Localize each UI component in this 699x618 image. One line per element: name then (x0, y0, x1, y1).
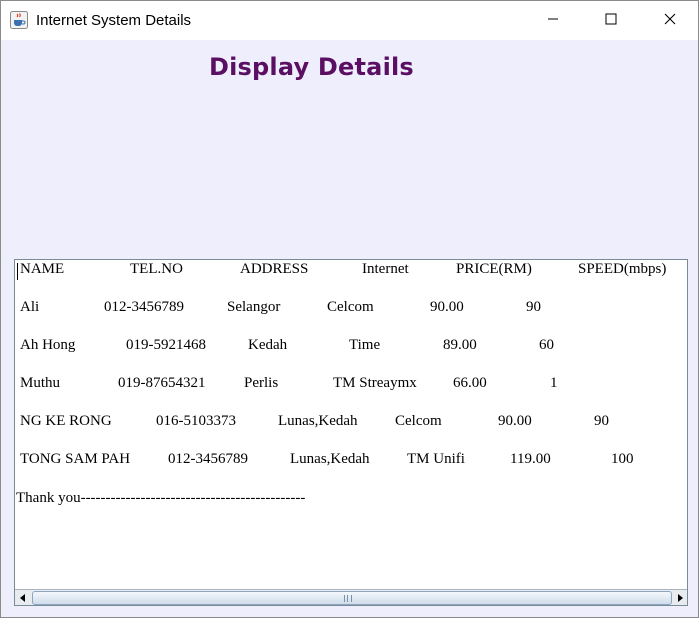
cell-tel: 019-5921468 (126, 337, 206, 353)
cell-speed: 90 (526, 299, 541, 315)
cell-price: 89.00 (443, 337, 477, 353)
cell-speed: 100 (611, 451, 634, 467)
grip-icon (344, 595, 352, 602)
cell-tel: 019-87654321 (118, 375, 206, 391)
cell-price: 66.00 (453, 375, 487, 391)
cell-speed: 60 (539, 337, 554, 353)
cell-internet: Time (349, 337, 381, 353)
header-name: NAME (20, 261, 65, 277)
cell-tel: 012-3456789 (104, 299, 184, 315)
caret-right-icon (676, 589, 684, 607)
close-icon (664, 12, 676, 30)
cell-internet: TM Unifi (407, 451, 465, 467)
page-title: Display Details (209, 53, 414, 81)
maximize-icon (605, 12, 617, 30)
cell-internet: Celcom (395, 413, 442, 429)
scroll-right-button[interactable] (672, 590, 687, 605)
cell-address: Lunas,Kedah (290, 451, 370, 467)
cell-name: TONG SAM PAH (20, 451, 131, 467)
cell-tel: 012-3456789 (168, 451, 248, 467)
cell-name: Muthu (20, 375, 61, 391)
cell-tel: 016-5103373 (156, 413, 236, 429)
header-tel: TEL.NO (130, 261, 183, 277)
cell-name: Ah Hong (20, 337, 76, 353)
cell-name: NG KE RONG (20, 413, 112, 429)
header-speed: SPEED(mbps) (578, 261, 667, 277)
cell-internet: TM Streaymx (333, 375, 417, 391)
cell-name: Ali (20, 299, 40, 315)
text-caret (17, 263, 18, 280)
cell-speed: 90 (594, 413, 609, 429)
caret-left-icon (19, 589, 27, 607)
window-title: Internet System Details (36, 12, 192, 29)
maximize-button[interactable] (588, 1, 634, 40)
app-window: Internet System Details Display Details … (0, 0, 699, 618)
cell-price: 119.00 (510, 451, 551, 467)
cell-address: Perlis (244, 375, 279, 391)
title-bar[interactable]: Internet System Details (1, 1, 698, 40)
scroll-left-button[interactable] (15, 590, 30, 605)
cell-internet: Celcom (327, 299, 374, 315)
java-coffee-cup-icon (10, 11, 28, 29)
minimize-button[interactable] (530, 1, 576, 40)
cell-address: Lunas,Kedah (278, 413, 358, 429)
horizontal-scrollbar[interactable] (15, 589, 687, 605)
footer-message: Thank you-------------------------------… (16, 490, 306, 506)
header-address: ADDRESS (240, 261, 309, 277)
header-internet: Internet (362, 261, 409, 277)
cell-speed: 1 (550, 375, 558, 391)
cell-address: Selangor (227, 299, 281, 315)
cell-price: 90.00 (430, 299, 464, 315)
cell-price: 90.00 (498, 413, 532, 429)
close-button[interactable] (647, 1, 693, 40)
scrollbar-thumb[interactable] (32, 591, 672, 605)
header-price: PRICE(RM) (456, 261, 532, 277)
details-text-area[interactable]: NAME TEL.NO ADDRESS Internet PRICE(RM) S… (14, 259, 688, 606)
minimize-icon (547, 12, 559, 30)
cell-address: Kedah (248, 337, 288, 353)
